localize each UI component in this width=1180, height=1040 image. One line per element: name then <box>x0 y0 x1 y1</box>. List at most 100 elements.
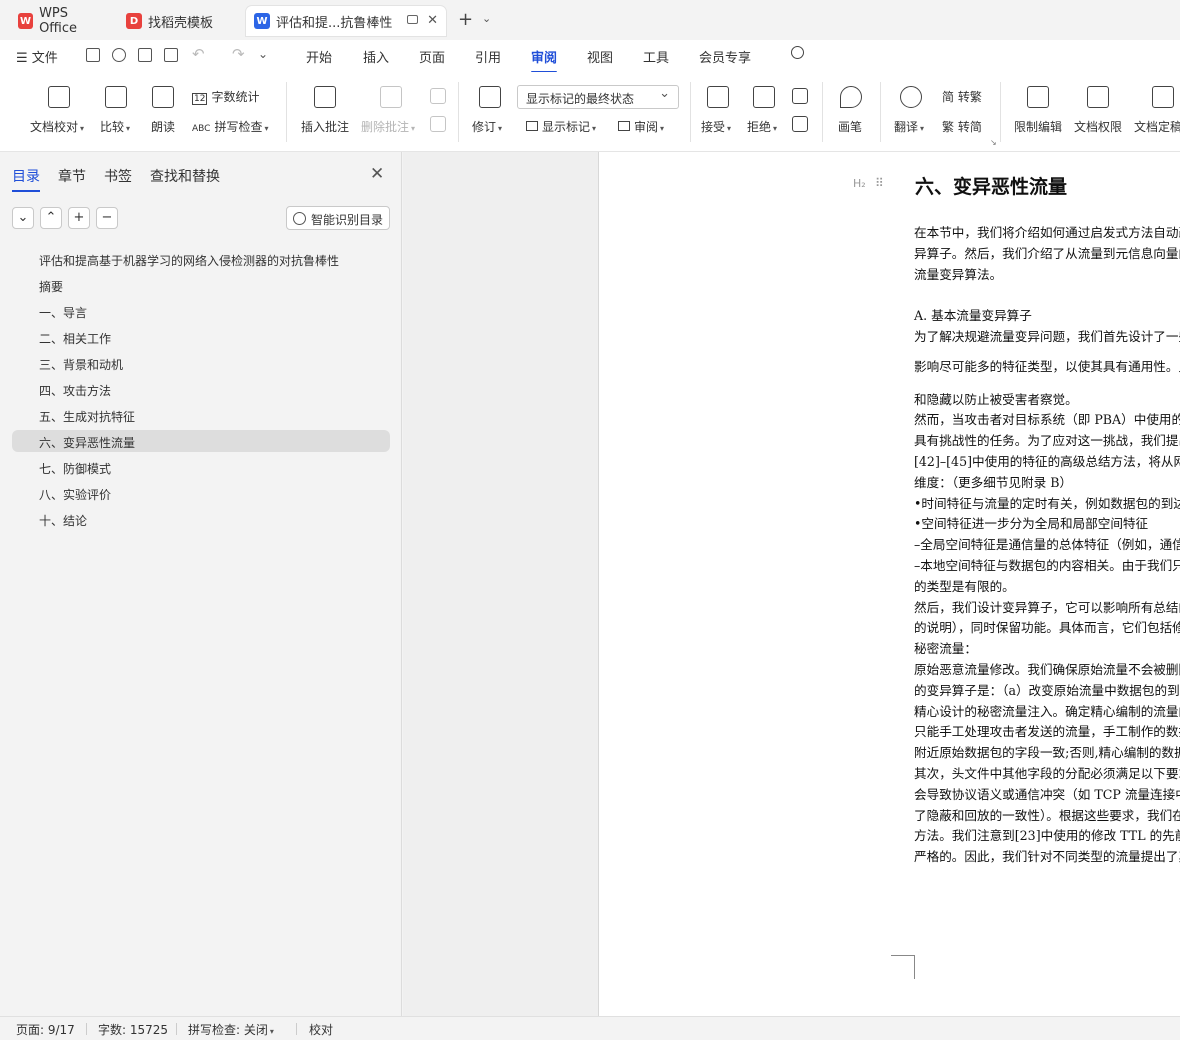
insert-comment-button[interactable]: 插入批注 <box>301 118 349 135</box>
print-icon[interactable] <box>138 48 152 62</box>
doc-check-icon[interactable] <box>48 86 70 108</box>
ink-button[interactable]: 画笔 <box>838 118 862 135</box>
body-line[interactable]: –本地空间特征与数据包的内容相关。由于我们只关注包头和某些协议，因此 <box>914 556 1180 576</box>
menu-tools[interactable]: 工具 <box>643 47 669 66</box>
show-markup-button[interactable]: 显示标记 ▾ <box>526 118 596 135</box>
body-line[interactable]: 在本节中，我们将介绍如何通过启发式方法自动改变流量。首先，我们设计了 <box>914 223 1180 243</box>
file-menu[interactable]: ☰ 文件 <box>16 47 58 66</box>
toc-item-selected[interactable]: 六、变异恶性流量 <box>12 430 390 452</box>
tab-list-chevron-icon[interactable]: ⌄ <box>482 12 491 25</box>
tab-document[interactable]: W 评估和提...抗鲁棒性 ✕ <box>246 6 446 36</box>
body-line[interactable]: •时间特征与流量的定时有关，例如数据包的到达时间 <box>914 494 1180 514</box>
body-line[interactable]: 了隐蔽和回放的一致性）。根据这些要求，我们在表 2 中列出了生成精心编制 <box>914 806 1180 826</box>
translate-button[interactable]: 翻译 ▾ <box>894 118 924 135</box>
read-aloud-icon[interactable] <box>152 86 174 108</box>
accept-button[interactable]: 接受 ▾ <box>701 118 731 135</box>
section-heading[interactable]: 六、变异恶性流量 <box>915 172 1067 199</box>
drag-handle-icon[interactable]: ⠿ <box>875 176 884 190</box>
reject-button[interactable]: 拒绝 ▾ <box>747 118 777 135</box>
tab-chapters[interactable]: 章节 <box>58 166 86 186</box>
share-icon[interactable] <box>112 48 126 62</box>
body-line[interactable]: 其次，头文件中其他字段的分配必须满足以下要求：1）不会损害原始流量的功 <box>914 764 1180 784</box>
toc-item[interactable]: 四、攻击方法 <box>12 378 390 400</box>
toc-item[interactable]: 八、实验评价 <box>12 482 390 504</box>
body-line[interactable]: 原始恶意流量修改。我们确保原始流量不会被删除，数据包的顺序也不会改变 <box>914 660 1180 680</box>
add-heading-button[interactable]: + <box>68 207 90 229</box>
proofread-status[interactable]: 校对 <box>309 1021 333 1038</box>
markup-state-dropdown[interactable]: 显示标记的最终状态 <box>517 85 679 109</box>
close-icon[interactable]: ✕ <box>370 164 384 184</box>
body-line[interactable]: 的变异算子是：（a）改变原始流量中数据包的到达时间 <box>914 681 1180 701</box>
toc-item[interactable]: 一、导言 <box>12 300 390 322</box>
track-changes-icon[interactable] <box>479 86 501 108</box>
translate-icon[interactable] <box>900 86 922 108</box>
body-line[interactable]: 异算子。然后，我们介绍了从流量到元信息向量的矢量化。最后，提出了基于 <box>914 244 1180 264</box>
body-line[interactable]: 只能手工处理攻击者发送的流量，手工制作的数据包中的某些字段（MAC/IP <box>914 722 1180 742</box>
search-icon[interactable] <box>791 46 804 59</box>
menu-references[interactable]: 引用 <box>475 47 501 66</box>
compare-button[interactable]: 比较 ▾ <box>100 118 130 135</box>
collapse-up-button[interactable]: ⌃ <box>40 207 62 229</box>
menu-page[interactable]: 页面 <box>419 47 445 66</box>
page-indicator[interactable]: 页面: 9/17 <box>16 1021 75 1038</box>
body-line[interactable]: [42]–[45]中使用的特征的高级总结方法，将从网络流量中提取的特征划分为两 <box>914 452 1180 472</box>
toc-item[interactable]: 三、背景和动机 <box>12 352 390 374</box>
body-line[interactable]: 具有挑战性的任务。为了应对这一挑战，我们提出了一种非基于有效载荷 <box>914 431 1180 451</box>
prev-change-icon[interactable] <box>792 88 808 104</box>
body-line[interactable]: 的类型是有限的。 <box>914 577 1015 597</box>
toc-item[interactable]: 二、相关工作 <box>12 326 390 348</box>
body-line[interactable]: 会导致协议语义或通信冲突（如 TCP 流量连接中断）；3） 它不会引起受害 <box>914 785 1180 805</box>
collapse-down-button[interactable]: ⌄ <box>12 207 34 229</box>
toc-item[interactable]: 五、生成对抗特征 <box>12 404 390 426</box>
tab-bookmarks[interactable]: 书签 <box>104 166 132 186</box>
body-line[interactable]: 影响尽可能多的特征类型，以使其具有通用性。此外，变异算子应保持功能性 <box>914 357 1180 377</box>
track-changes-button[interactable]: 修订 ▾ <box>472 118 502 135</box>
toc-item[interactable]: 摘要 <box>12 274 390 296</box>
word-count-indicator[interactable]: 字数: 15725 <box>98 1021 168 1038</box>
review-pane-button[interactable]: 审阅 ▾ <box>618 118 664 135</box>
tab-find-replace[interactable]: 查找和替换 <box>150 166 220 186</box>
body-line[interactable]: 维度：（更多细节见附录 B） <box>914 473 1072 493</box>
save-icon[interactable] <box>86 48 100 62</box>
menu-review[interactable]: 审阅 <box>531 47 558 73</box>
redo-icon[interactable]: ↷ <box>232 45 245 63</box>
body-line[interactable]: 精心设计的秘密流量注入。确定精心编制的流量的 head 的内容是非常重要的 <box>914 702 1180 722</box>
insert-comment-icon[interactable] <box>314 86 336 108</box>
reject-icon[interactable] <box>753 86 775 108</box>
toc-item[interactable]: 七、防御模式 <box>12 456 390 478</box>
doc-finalize-button[interactable]: 文档定稿 <box>1134 118 1180 135</box>
toc-item[interactable]: 评估和提高基于机器学习的网络入侵检测器的对抗鲁棒性 <box>12 248 390 270</box>
body-line[interactable]: –全局空间特征是通信量的总体特征（例如，通信量，例如字节数或数据包总 <box>914 535 1180 555</box>
to-traditional-button[interactable]: 简 转繁 <box>942 88 982 105</box>
document-page[interactable]: H₂ ⠿ 六、变异恶性流量 在本节中，我们将介绍如何通过启发式方法自动改变流量。… <box>598 152 1180 1016</box>
quick-access-chevron-icon[interactable]: ⌄ <box>258 47 268 61</box>
restrict-edit-icon[interactable] <box>1027 86 1049 108</box>
body-line[interactable]: •空间特征进一步分为全局和局部空间特征 <box>914 514 1148 534</box>
menu-member[interactable]: 会员专享 <box>699 47 751 66</box>
accept-icon[interactable] <box>707 86 729 108</box>
subsection-heading[interactable]: A. 基本流量变异算子 <box>914 306 1032 326</box>
print-preview-icon[interactable] <box>164 48 178 62</box>
body-line[interactable]: 方法。我们注意到[23]中使用的修改 TTL 的先前方法需要了解受害者的网络拓 <box>914 826 1180 846</box>
tab-toc[interactable]: 目录 <box>12 166 40 192</box>
body-line[interactable]: 严格的。因此，我们针对不同类型的流量提出了其他方法，而不需要额外的知 <box>914 847 1180 867</box>
compare-icon[interactable] <box>105 86 127 108</box>
body-line[interactable]: 附近原始数据包的字段一致;否则,精心编制的数据包不会影响从原始数据包 <box>914 743 1180 763</box>
smart-toc-button[interactable]: 智能识别目录 <box>286 206 390 230</box>
body-line[interactable]: 然而，当攻击者对目标系统（即 PBA）中使用的功能知之甚少甚至一无所知 <box>914 410 1180 430</box>
spell-check-status[interactable]: 拼写检查: 关闭 ▾ <box>188 1021 274 1038</box>
doc-finalize-icon[interactable] <box>1152 86 1174 108</box>
close-tab-icon[interactable]: ✕ <box>427 13 438 28</box>
body-line[interactable]: 和隐藏以防止被受害者察觉。 <box>914 390 1078 410</box>
pen-icon[interactable] <box>840 86 862 108</box>
menu-insert[interactable]: 插入 <box>363 47 389 66</box>
next-change-icon[interactable] <box>792 116 808 132</box>
body-line[interactable]: 为了解决规避流量变异问题，我们首先设计了一些基本的参数化变异算子。变 <box>914 327 1180 347</box>
spell-check-button[interactable]: ABC 拼写检查 ▾ <box>192 118 269 135</box>
new-tab-button[interactable]: + <box>458 9 473 30</box>
body-line[interactable]: 然后，我们设计变异算子，它可以影响所有总结的高级特征（附录 B 中的图 <box>914 598 1180 618</box>
doc-check-button[interactable]: 文档校对 ▾ <box>30 118 84 135</box>
remove-heading-button[interactable]: − <box>96 207 118 229</box>
body-line[interactable]: 秘密流量： <box>914 639 977 659</box>
tab-docer-templates[interactable]: D 找稻壳模板 <box>118 6 240 36</box>
